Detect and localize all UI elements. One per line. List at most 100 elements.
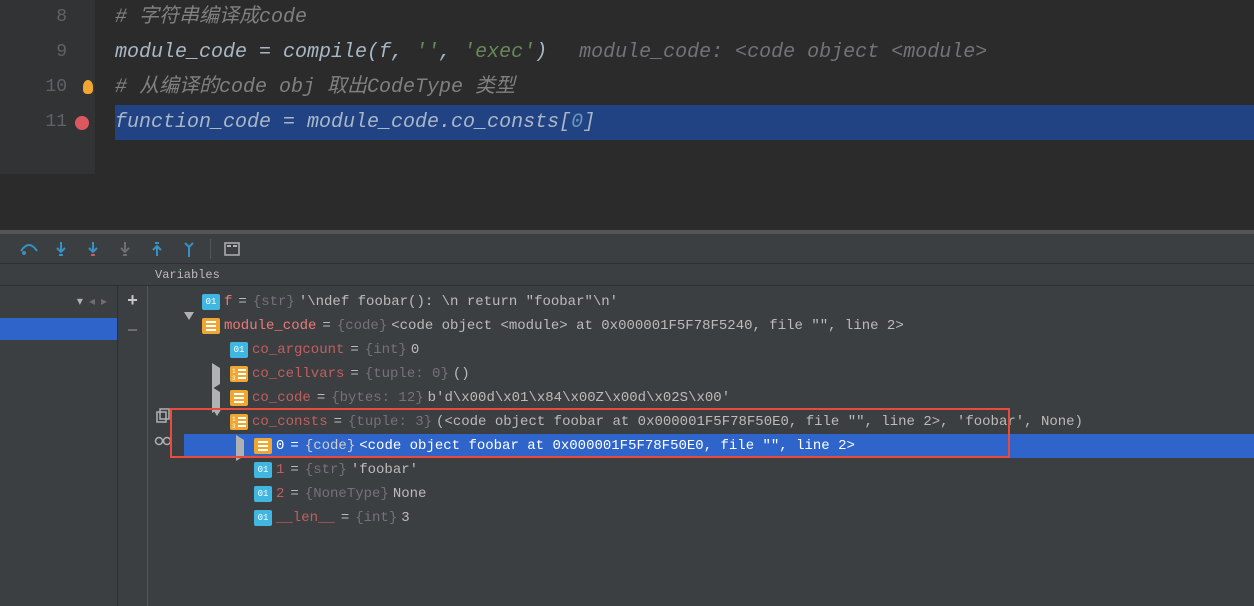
variable-type: {str}: [253, 294, 295, 310]
variable-type: {int}: [355, 510, 397, 526]
evaluate-expression-icon[interactable]: [217, 238, 247, 260]
type-badge-icon: 01: [202, 294, 220, 310]
variable-row[interactable]: 01 __len__ = {int} 3: [184, 506, 1254, 530]
variables-tree[interactable]: 01 f = {str} '\ndef foobar(): \n return …: [178, 286, 1254, 606]
variable-name: 1: [276, 462, 284, 478]
code-text: ,: [439, 41, 463, 64]
glasses-icon[interactable]: [154, 436, 172, 446]
code-editor: 8 9 10 11 # 字符串编译成code module_code = com…: [0, 0, 1254, 174]
code-text: ]: [583, 111, 595, 134]
collapse-icon[interactable]: [212, 416, 226, 428]
step-into-icon[interactable]: [46, 238, 76, 260]
chevron-down-icon[interactable]: ▾: [77, 294, 83, 309]
variable-value: '\ndef foobar(): \n return "foobar"\n': [299, 294, 618, 310]
frame-toolbar: ▾ ◂ ▸: [0, 286, 117, 316]
remove-watch-icon[interactable]: −: [127, 322, 138, 342]
variable-row[interactable]: 01 2 = {NoneType} None: [184, 482, 1254, 506]
variable-row[interactable]: 13 co_cellvars = {tuple: 0} (): [184, 362, 1254, 386]
selected-frame[interactable]: [0, 318, 117, 340]
string-literal: '': [415, 41, 439, 64]
variable-value: (<code object foobar at 0x000001F5F78F50…: [436, 414, 1083, 430]
expand-icon[interactable]: [212, 392, 226, 404]
type-badge-icon: 13: [230, 366, 248, 382]
variable-name: f: [224, 294, 232, 310]
force-step-into-icon[interactable]: [110, 238, 140, 260]
type-badge-icon: [230, 390, 248, 406]
type-badge-icon: 01: [230, 342, 248, 358]
variable-type: {int}: [365, 342, 407, 358]
type-badge-icon: 13: [230, 414, 248, 430]
variable-name: 2: [276, 486, 284, 502]
variable-name: __len__: [276, 510, 335, 526]
variable-row[interactable]: 01 f = {str} '\ndef foobar(): \n return …: [184, 290, 1254, 314]
variable-row-selected[interactable]: 0 = {code} <code object foobar at 0x0000…: [184, 434, 1254, 458]
variable-type: {bytes: 12}: [331, 390, 423, 406]
variable-name: co_argcount: [252, 342, 344, 358]
variable-name: 0: [276, 438, 284, 454]
line-number-breakpoint[interactable]: 11: [0, 105, 67, 140]
frame-column: ▾ ◂ ▸: [0, 286, 118, 606]
toolbar-separator: [210, 239, 211, 259]
run-to-cursor-icon[interactable]: [174, 238, 204, 260]
expand-icon[interactable]: [236, 440, 250, 452]
code-text: ): [535, 41, 547, 64]
expand-icon[interactable]: [212, 368, 226, 380]
comment-text: # 字符串编译成code: [115, 6, 307, 29]
code-text: module_code: [115, 41, 259, 64]
svg-text:1: 1: [232, 416, 236, 423]
variables-side-toolbar: [148, 286, 178, 606]
debugger-toolbar: [0, 234, 1254, 264]
svg-text:3: 3: [232, 375, 236, 382]
string-literal: 'exec': [463, 41, 535, 64]
line-number: 8: [0, 0, 67, 35]
variable-value: b'd\x00d\x01\x84\x00Z\x00d\x02S\x00': [428, 390, 730, 406]
type-badge-icon: 01: [254, 462, 272, 478]
variable-type: {code}: [305, 438, 355, 454]
step-over-icon[interactable]: [14, 238, 44, 260]
step-into-my-code-icon[interactable]: [78, 238, 108, 260]
line-number: 10: [0, 70, 67, 105]
variable-type: {tuple: 3}: [348, 414, 432, 430]
number-literal: 0: [571, 111, 583, 134]
variable-row[interactable]: 01 1 = {str} 'foobar': [184, 458, 1254, 482]
type-badge-icon: 01: [254, 510, 272, 526]
variable-value: 3: [401, 510, 409, 526]
variable-value: 'foobar': [351, 462, 418, 478]
variables-header: Variables: [0, 264, 1254, 286]
editor-padding: [0, 174, 1254, 230]
variable-type: {tuple: 0}: [365, 366, 449, 382]
svg-text:1: 1: [232, 368, 236, 375]
code-area[interactable]: # 字符串编译成code module_code = compile(f, ''…: [95, 0, 1254, 174]
variable-row[interactable]: module_code = {code} <code object <modul…: [184, 314, 1254, 338]
step-out-icon[interactable]: [142, 238, 172, 260]
variable-name: co_code: [252, 390, 311, 406]
svg-text:3: 3: [232, 423, 236, 430]
chevron-left-icon[interactable]: ◂: [89, 294, 95, 309]
code-text: function_code = module_code.co_consts[: [115, 111, 571, 134]
variables-button-column: + −: [118, 286, 148, 606]
current-execution-line: function_code = module_code.co_consts[0]: [115, 105, 1254, 140]
debugger-panel: ▾ ◂ ▸ + − 01 f = {str} '\ndef foobar(): …: [0, 286, 1254, 606]
add-watch-icon[interactable]: +: [127, 292, 138, 312]
variable-row[interactable]: 13 co_consts = {tuple: 3} (<code object …: [184, 410, 1254, 434]
variable-row[interactable]: 01 co_argcount = {int} 0: [184, 338, 1254, 362]
chevron-right-icon[interactable]: ▸: [101, 294, 107, 309]
variable-type: {code}: [337, 318, 387, 334]
type-badge-icon: [254, 438, 272, 454]
collapse-icon[interactable]: [184, 320, 198, 332]
copy-icon[interactable]: [155, 408, 171, 424]
comment-text: # 从编译的code obj 取出CodeType 类型: [115, 76, 515, 99]
variable-name: co_consts: [252, 414, 328, 430]
variable-name: co_cellvars: [252, 366, 344, 382]
type-badge-icon: 01: [254, 486, 272, 502]
inline-hint: module_code: <code object <module>: [579, 41, 987, 64]
code-text: = compile(f,: [259, 41, 415, 64]
variable-value: (): [453, 366, 470, 382]
variable-value: <code object <module> at 0x000001F5F78F5…: [391, 318, 903, 334]
gutter: 8 9 10 11: [0, 0, 95, 174]
variable-type: {NoneType}: [305, 486, 389, 502]
variable-row[interactable]: co_code = {bytes: 12} b'd\x00d\x01\x84\x…: [184, 386, 1254, 410]
type-badge-icon: [202, 318, 220, 334]
line-number: 9: [0, 35, 67, 70]
variable-value: <code object foobar at 0x000001F5F78F50E…: [359, 438, 855, 454]
